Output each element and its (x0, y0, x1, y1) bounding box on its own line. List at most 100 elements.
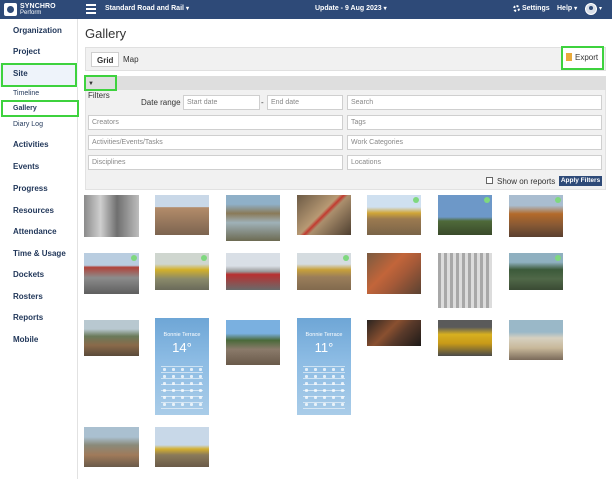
photo-bulldozer[interactable] (367, 195, 421, 235)
page-title: Gallery (85, 26, 127, 41)
export-button[interactable]: Export (561, 46, 604, 70)
locations-input[interactable]: Locations (347, 155, 602, 170)
start-date-input[interactable]: Start date (183, 95, 260, 110)
weather-icon (332, 368, 335, 371)
sidebar-item-gallery[interactable]: Gallery (13, 105, 37, 112)
photo-red-pipe[interactable] (297, 195, 351, 235)
weather-icon (190, 403, 193, 406)
weather-row (303, 408, 345, 409)
chevron-down-icon[interactable]: ▾ (599, 5, 602, 12)
weather-icon (172, 403, 175, 406)
sidebar-item-diary-log[interactable]: Diary Log (13, 121, 43, 128)
search-input[interactable]: Search (347, 95, 602, 110)
weather-icon (163, 403, 166, 406)
photo-crane[interactable] (155, 427, 209, 467)
logo-line2: Perform (20, 9, 42, 16)
settings-button[interactable]: Settings (513, 5, 550, 12)
photo-machine-hill[interactable] (84, 320, 139, 356)
photo-rusty-pipes[interactable] (367, 320, 421, 346)
sidebar-item-timeline[interactable]: Timeline (13, 90, 39, 97)
photo-excavator-sky[interactable] (438, 195, 492, 235)
disciplines-input[interactable]: Disciplines (88, 155, 343, 170)
photo-worker[interactable] (509, 320, 563, 360)
weather-icon (305, 382, 308, 385)
filters-toggle[interactable]: ▼ Filters (84, 75, 117, 100)
tab-map[interactable]: Map (118, 52, 144, 67)
photo-workers-trench[interactable] (226, 320, 280, 365)
sidebar-item-time-usage[interactable]: Time & Usage (13, 249, 66, 258)
help-menu[interactable]: Help ▾ (557, 5, 577, 12)
weather-icon (332, 375, 335, 378)
sidebar-item-resources[interactable]: Resources (13, 206, 54, 215)
photo-excavator-dirt[interactable] (509, 195, 563, 237)
gear-icon (513, 5, 520, 12)
project-selector[interactable]: Standard Road and Rail ▾ (105, 5, 189, 12)
photo-pipes[interactable] (84, 195, 139, 237)
weather-icon (199, 389, 202, 392)
photo-weather-1[interactable]: Bonnie Terrace 14° (155, 318, 209, 415)
apply-filters-button[interactable]: Apply Filters (559, 176, 602, 186)
tab-grid[interactable]: Grid (91, 52, 120, 67)
sidebar-item-attendance[interactable]: Attendance (13, 227, 57, 236)
weather-icon (172, 375, 175, 378)
photo-buildings[interactable] (84, 253, 139, 294)
weather-icon (305, 403, 308, 406)
sidebar-item-dockets[interactable]: Dockets (13, 270, 44, 279)
synchro-logo-icon (4, 3, 17, 16)
sidebar-item-reports[interactable]: Reports (13, 313, 43, 322)
location-badge-icon (201, 255, 207, 261)
photo-steel-frame[interactable] (438, 253, 492, 308)
photo-yellow-excavator[interactable] (155, 253, 209, 290)
weather-icon (314, 396, 317, 399)
location-badge-icon (555, 255, 561, 261)
activities-input[interactable]: Activities/Events/Tasks (88, 135, 343, 150)
weather-icon (181, 396, 184, 399)
location-badge-icon (484, 197, 490, 203)
update-selector[interactable]: Update - 9 Aug 2023 ▾ (315, 5, 387, 12)
work-categories-input[interactable]: Work Categories (347, 135, 602, 150)
show-on-reports-checkbox[interactable] (486, 177, 493, 184)
sidebar-item-mobile[interactable]: Mobile (13, 335, 38, 344)
photo-weather-2[interactable]: Bonnie Terrace 11° (297, 318, 351, 415)
sidebar-item-activities[interactable]: Activities (13, 140, 49, 149)
photo-flooded-site[interactable] (226, 195, 280, 241)
weather-icon (305, 368, 308, 371)
photo-trench[interactable] (84, 427, 139, 467)
weather-icon (172, 382, 175, 385)
photo-excavator-forest[interactable] (509, 253, 563, 290)
photo-road-barrier[interactable] (226, 253, 280, 290)
weather-icon (305, 396, 308, 399)
weather-icon (199, 403, 202, 406)
photo-roadworks[interactable] (155, 195, 209, 235)
weather-icon (332, 396, 335, 399)
weather-icon (163, 375, 166, 378)
sidebar-item-rosters[interactable]: Rosters (13, 292, 43, 301)
weather-icon (305, 375, 308, 378)
date-range-label: Date range (141, 98, 181, 107)
tags-input[interactable]: Tags (347, 115, 602, 130)
sidebar-item-events[interactable]: Events (13, 162, 39, 171)
weather-temperature: 14° (172, 340, 192, 355)
weather-icon (341, 375, 344, 378)
weather-icon (323, 389, 326, 392)
show-on-reports-label: Show on reports (497, 177, 556, 186)
end-date-input[interactable]: End date (267, 95, 343, 110)
weather-icon (323, 375, 326, 378)
synchro-logo[interactable]: SYNCHRO Perform (4, 2, 56, 17)
sidebar-item-project[interactable]: Project (13, 47, 40, 56)
weather-icon (163, 389, 166, 392)
photo-bulldozer-2[interactable] (297, 253, 351, 290)
sidebar-item-progress[interactable]: Progress (13, 184, 48, 193)
photo-yellow-machine[interactable] (438, 320, 492, 356)
photo-orange-pipe[interactable] (367, 253, 421, 294)
hamburger-menu-icon[interactable] (86, 4, 96, 14)
weather-row (303, 378, 345, 379)
weather-icon (181, 403, 184, 406)
sidebar-item-site[interactable]: Site (13, 69, 28, 78)
user-avatar[interactable] (585, 3, 597, 15)
sidebar-item-organization[interactable]: Organization (13, 26, 62, 35)
weather-icon (199, 375, 202, 378)
weather-icon (172, 389, 175, 392)
creators-input[interactable]: Creators (88, 115, 343, 130)
weather-icon (190, 389, 193, 392)
